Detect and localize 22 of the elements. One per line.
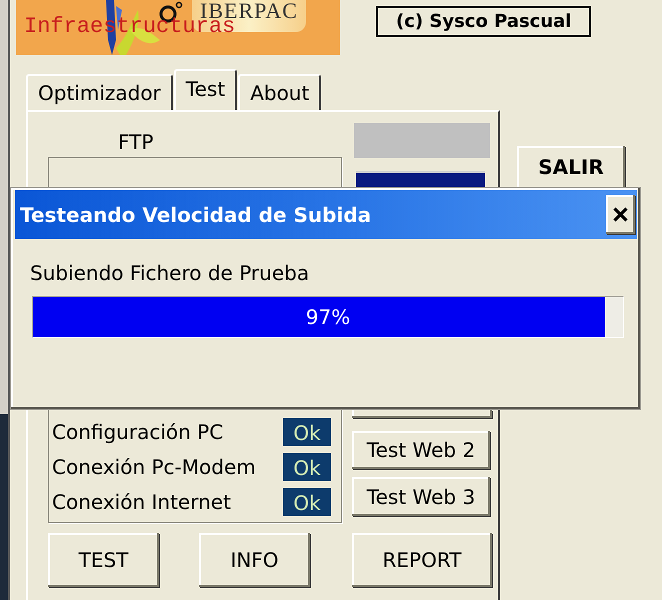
status-indicator: Ok: [283, 418, 331, 446]
check-label: Conexión Internet: [52, 489, 231, 515]
tab[interactable]: About: [238, 74, 322, 110]
web-test-button[interactable]: Test Web 2: [352, 431, 490, 469]
partial-button[interactable]: [352, 410, 492, 418]
close-icon: [613, 207, 628, 222]
web-test-button[interactable]: Test Web 3: [352, 477, 490, 516]
action-button[interactable]: REPORT: [352, 533, 492, 587]
copyright-label: (c) Sysco Pascual: [376, 6, 592, 37]
tab[interactable]: Optimizador: [26, 74, 173, 110]
progress-message: Subiendo Fichero de Prueba: [30, 261, 310, 285]
dialog-title: Testeando Velocidad de Subida: [20, 202, 372, 226]
action-button[interactable]: INFO: [199, 533, 310, 587]
check-label: Conexión Pc-Modem: [52, 454, 256, 480]
status-indicator: Ok: [283, 453, 331, 481]
status-indicator: Ok: [283, 488, 331, 516]
check-label: Configuración PC: [52, 419, 224, 445]
progress-reading: 97%: [306, 305, 350, 329]
close-button[interactable]: [606, 195, 635, 234]
tab[interactable]: Test: [174, 69, 238, 110]
action-button[interactable]: TEST: [48, 533, 159, 587]
ftp-label: FTP: [118, 129, 154, 156]
